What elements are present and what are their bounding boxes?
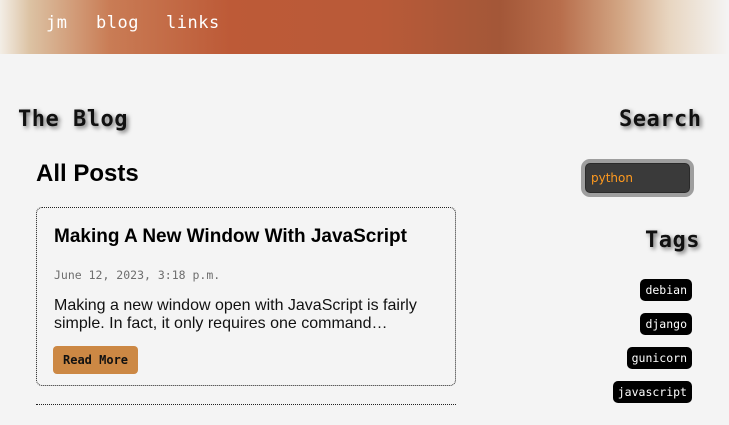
post-title[interactable]: Making A New Window With JavaScript — [54, 226, 407, 248]
blog-heading: The Blog — [18, 107, 128, 132]
nav-link-home[interactable]: jm — [46, 13, 67, 33]
post-excerpt: Making a new window open with JavaScript… — [54, 297, 417, 332]
tag-gunicorn[interactable]: gunicorn — [626, 347, 692, 369]
tag-item: django — [613, 313, 692, 335]
search-box — [581, 159, 694, 197]
tag-django[interactable]: django — [640, 313, 692, 335]
tag-item: javascript — [612, 381, 692, 403]
read-more-button[interactable]: Read More — [53, 346, 139, 374]
tag-item: debian — [613, 279, 692, 301]
post-card: Making A New Window With JavaScript June… — [36, 207, 456, 386]
search-heading: Search — [619, 107, 702, 132]
tag-javascript[interactable]: javascript — [612, 381, 692, 403]
tag-item: gunicorn — [613, 347, 692, 369]
nav-link-links[interactable]: links — [166, 13, 220, 33]
tag-list: debian django gunicorn javascript — [612, 279, 692, 415]
page-title: All Posts — [36, 160, 139, 187]
tags-heading: Tags — [645, 228, 700, 253]
top-navigation-bar: jm blog links — [0, 0, 729, 54]
search-input[interactable] — [591, 166, 683, 190]
post-date: June 12, 2023, 3:18 p.m. — [54, 268, 221, 282]
next-post-card — [36, 404, 456, 425]
nav-link-blog[interactable]: blog — [96, 13, 139, 33]
tag-debian[interactable]: debian — [640, 279, 692, 301]
